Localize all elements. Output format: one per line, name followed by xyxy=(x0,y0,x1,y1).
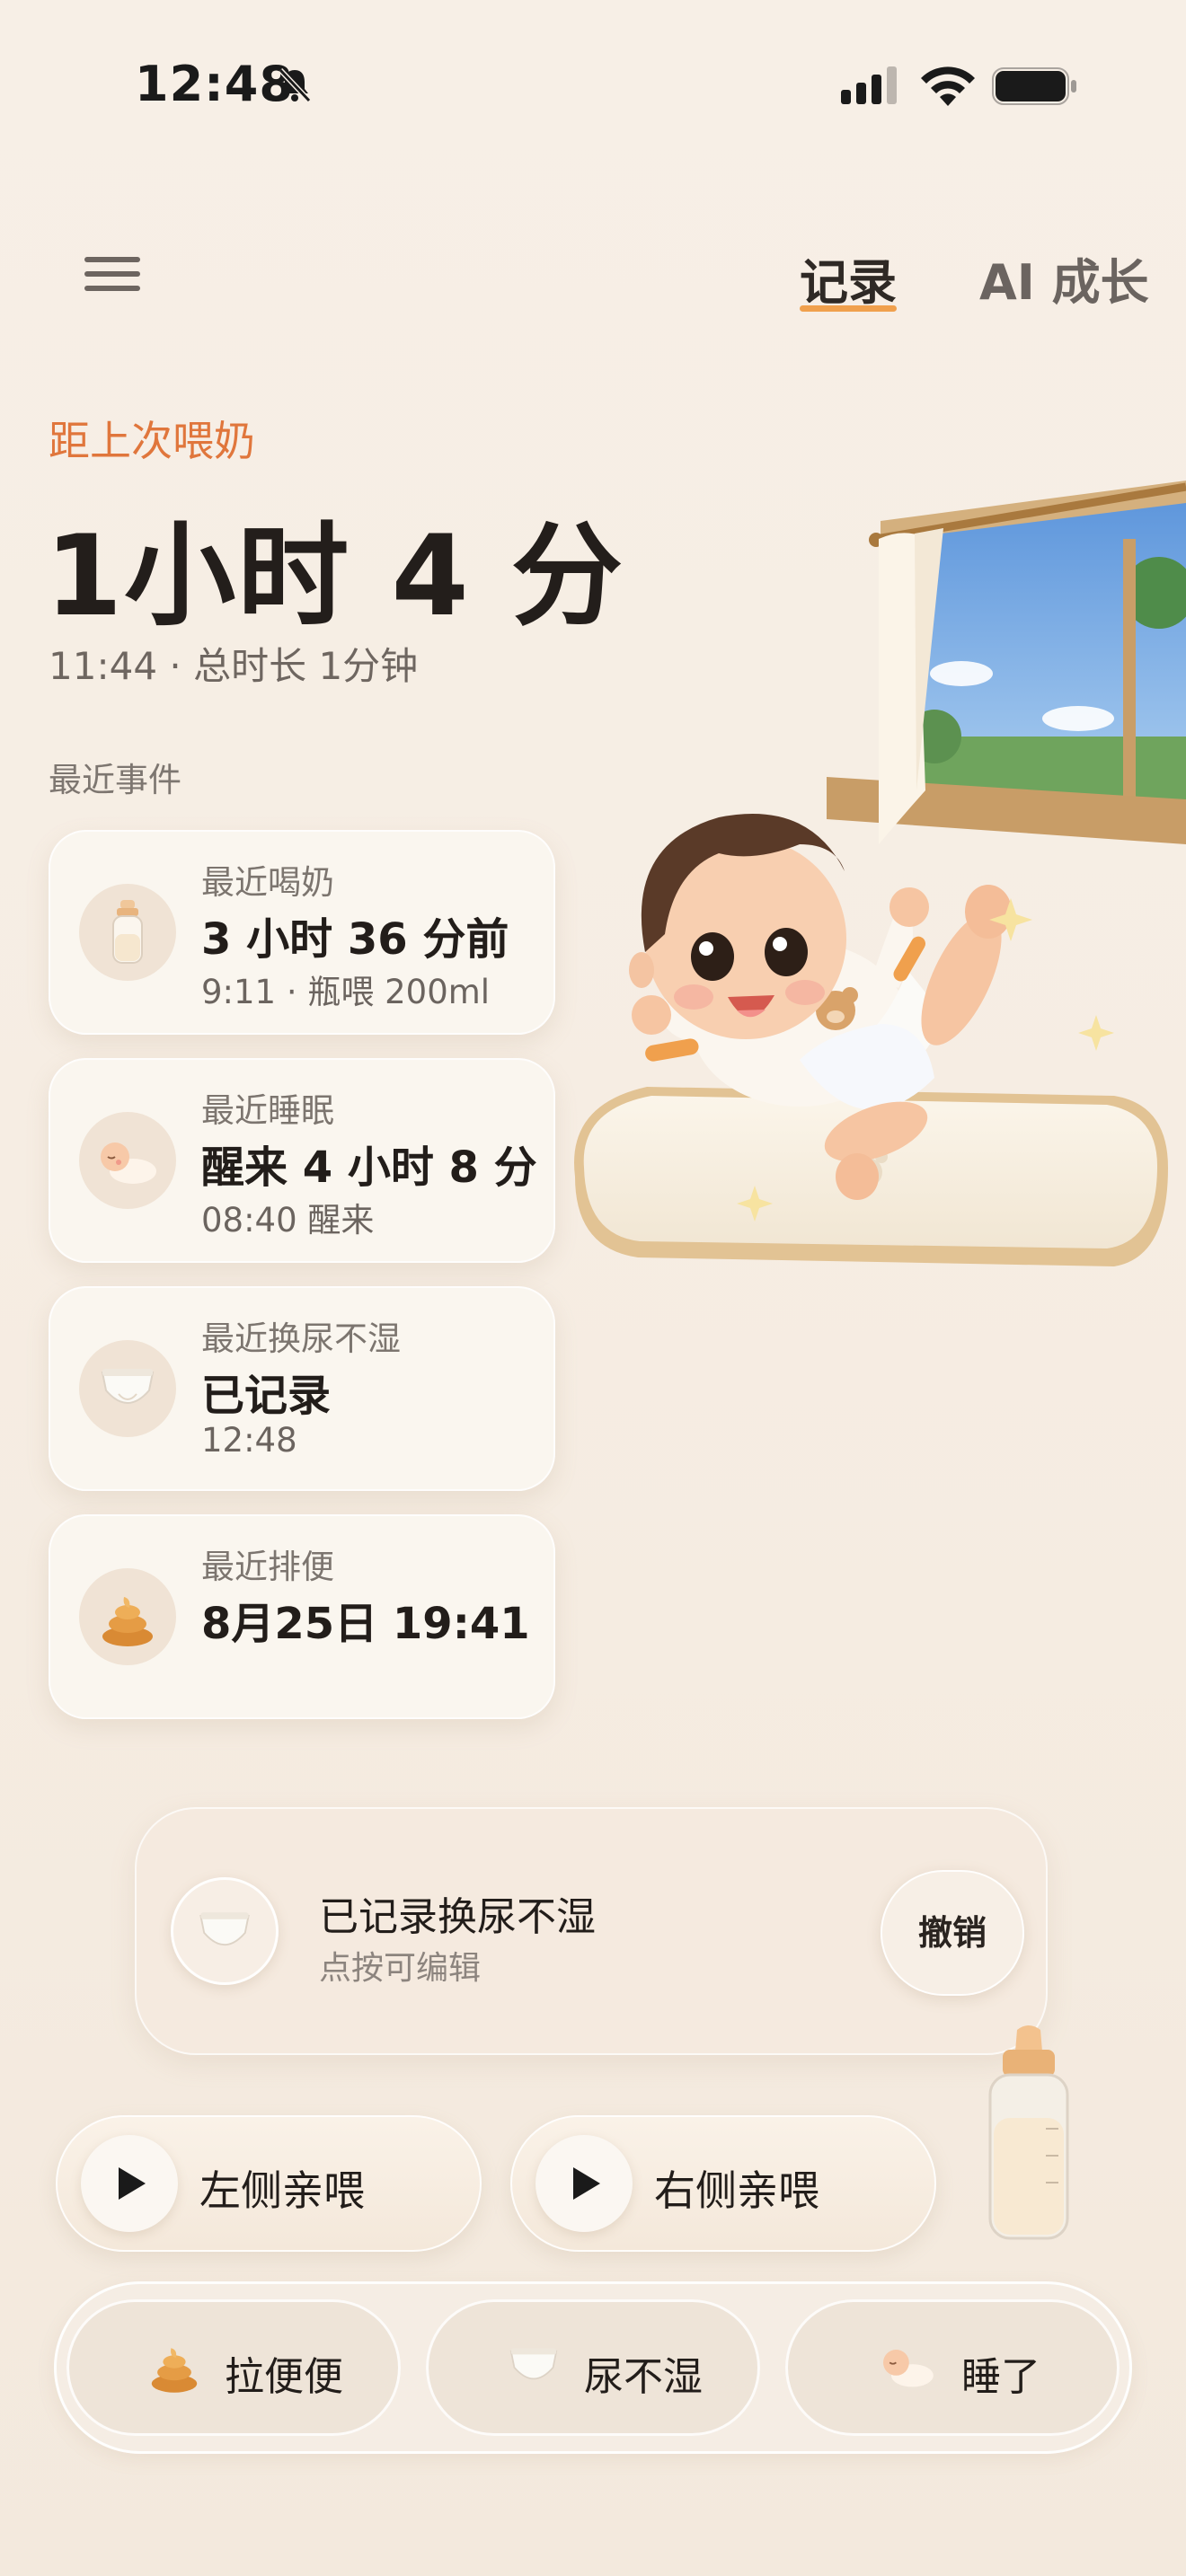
tab-ai-growth[interactable]: AI 成长 xyxy=(979,243,1149,313)
battery-icon xyxy=(992,67,1076,105)
sleeping-baby-icon xyxy=(883,2350,934,2387)
recent-events-title: 最近事件 xyxy=(49,761,181,799)
toast-title: 已记录换尿不湿 xyxy=(319,1894,596,1940)
last-feed-detail: 11:44 · 总时长 1分钟 xyxy=(49,644,419,688)
sleep-button[interactable]: 睡了 xyxy=(785,2299,1120,2436)
play-icon xyxy=(119,2167,146,2200)
sleep-label: 睡了 xyxy=(961,2354,1040,2400)
tab-record[interactable]: 记录 xyxy=(800,243,897,313)
bottle-icon xyxy=(112,900,143,964)
elapsed-time: 1小时 4 分 xyxy=(45,512,624,641)
right-breast-feed-button[interactable]: 右侧亲喂 xyxy=(510,2115,936,2252)
diaper-icon xyxy=(509,2348,558,2380)
event-detail: 12:48 xyxy=(201,1421,297,1460)
left-breast-feed-button[interactable]: 左侧亲喂 xyxy=(56,2115,482,2252)
diaper-label: 尿不湿 xyxy=(584,2354,703,2400)
event-card-sleep[interactable]: 最近睡眠 醒来 4 小时 8 分 08:40 醒来 xyxy=(49,1058,555,1263)
since-last-feed-label: 距上次喂奶 xyxy=(49,417,255,465)
right-feed-label: 右侧亲喂 xyxy=(654,2166,819,2215)
wifi-icon xyxy=(921,66,975,106)
poop-label: 拉便便 xyxy=(225,2354,343,2400)
play-icon xyxy=(573,2167,600,2200)
quick-actions-bar: 拉便便 尿不湿 睡了 xyxy=(54,2281,1132,2454)
status-time: 12:48 xyxy=(135,56,294,112)
event-detail: 9:11 · 瓶喂 200ml xyxy=(201,973,491,1011)
poop-icon xyxy=(102,1597,153,1646)
event-label: 最近喝奶 xyxy=(201,863,334,902)
sleeping-baby-icon xyxy=(101,1142,156,1184)
toast-subtitle: 点按可编辑 xyxy=(319,1950,482,1987)
menu-icon[interactable] xyxy=(75,243,153,305)
poop-button[interactable]: 拉便便 xyxy=(66,2299,401,2436)
event-card-poop[interactable]: 最近排便 8月25日 19:41 xyxy=(49,1514,555,1719)
diaper-icon xyxy=(101,1369,155,1404)
diaper-icon xyxy=(199,1912,250,1946)
event-value: 已记录 xyxy=(201,1371,332,1421)
diaper-button[interactable]: 尿不湿 xyxy=(426,2299,760,2436)
event-label: 最近排便 xyxy=(201,1548,334,1586)
active-tab-indicator xyxy=(800,305,897,312)
poop-icon xyxy=(151,2348,198,2393)
event-card-feeding[interactable]: 最近喝奶 3 小时 36 分前 9:11 · 瓶喂 200ml xyxy=(49,830,555,1035)
event-card-diaper[interactable]: 最近换尿不湿 已记录 12:48 xyxy=(49,1286,555,1491)
record-toast[interactable]: 已记录换尿不湿 点按可编辑 撤销 xyxy=(135,1807,1048,2055)
event-label: 最近换尿不湿 xyxy=(201,1319,401,1358)
event-value: 醒来 4 小时 8 分 xyxy=(201,1142,537,1193)
event-label: 最近睡眠 xyxy=(201,1091,334,1130)
baby-illustration xyxy=(574,481,1186,1266)
event-value: 8月25日 19:41 xyxy=(201,1599,530,1649)
cellular-signal-icon xyxy=(841,66,897,104)
bell-muted-icon xyxy=(278,67,312,103)
undo-button[interactable]: 撤销 xyxy=(881,1870,1024,1996)
event-value: 3 小时 36 分前 xyxy=(201,914,509,965)
left-feed-label: 左侧亲喂 xyxy=(199,2166,365,2215)
bottle-icon[interactable] xyxy=(970,2021,1087,2245)
event-detail: 08:40 醒来 xyxy=(201,1201,375,1239)
